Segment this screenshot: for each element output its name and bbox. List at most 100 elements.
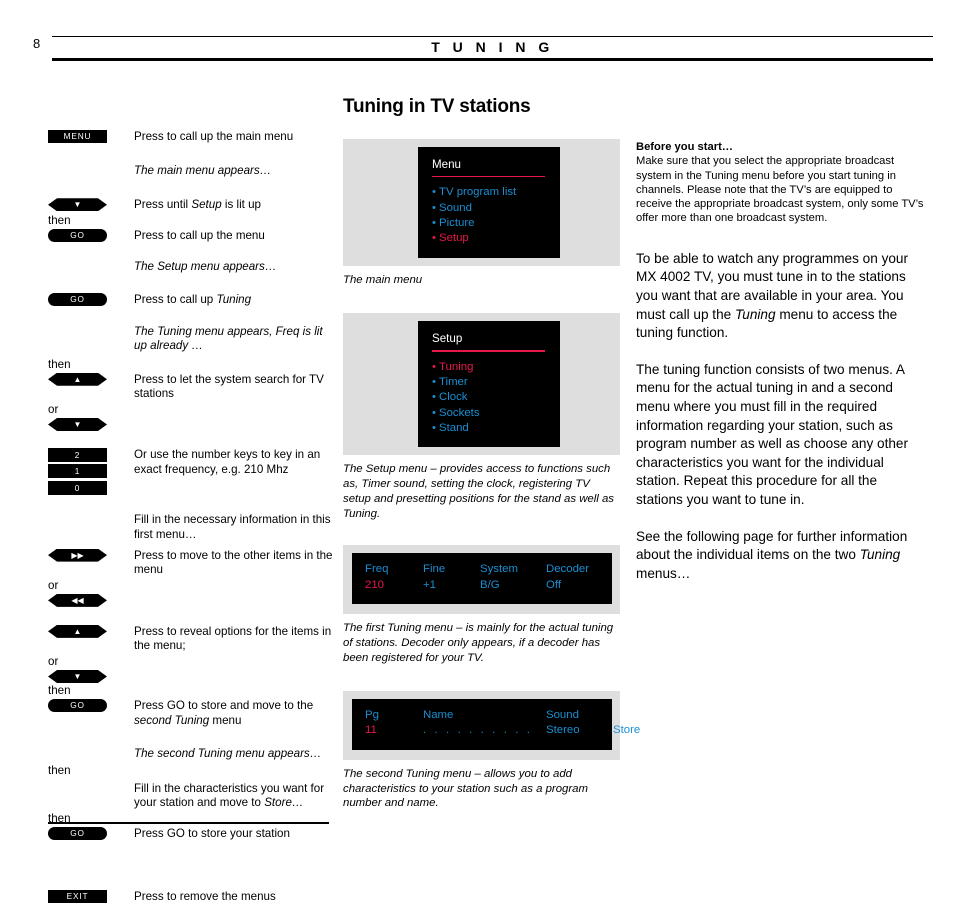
item-label: TV program list <box>439 186 517 199</box>
button-cell: EXIT <box>48 889 126 903</box>
number-key-0[interactable]: 0 <box>48 480 107 495</box>
number-key-stack: 2 1 0 <box>48 447 126 498</box>
step-row: ▲ Press to let the system search for TV … <box>48 372 333 402</box>
bullet-icon: • <box>432 232 436 245</box>
step-result-text: The Setup menu appears… <box>134 260 277 274</box>
step-row: ▼ <box>48 670 333 683</box>
button-cell: ▲ <box>48 625 126 638</box>
step-row: ▼ Press until Setup is lit up <box>48 198 333 213</box>
main-menu-item-sound[interactable]: • Sound <box>432 201 560 216</box>
step-text-b: menu <box>209 713 242 727</box>
connector-or: or <box>48 578 59 592</box>
header-rule-top <box>52 36 933 37</box>
value-system[interactable]: B/G <box>480 578 546 594</box>
item-label: Setup <box>439 232 469 245</box>
header-sound: Sound <box>546 708 579 721</box>
step-row: The main menu appears… <box>48 164 333 179</box>
exit-button[interactable]: EXIT <box>48 889 107 903</box>
down-arrow-button[interactable]: ▼ <box>48 670 107 683</box>
main-menu-item-picture[interactable]: • Picture <box>432 216 560 231</box>
step-text-emphasis: Store… <box>264 796 304 810</box>
item-label: Clock <box>439 391 468 404</box>
value-freq[interactable]: 210 <box>365 578 423 594</box>
up-arrow-icon: ▲ <box>73 626 82 636</box>
step-row: GO Press to call up Tuning <box>48 292 333 308</box>
go-button[interactable]: GO <box>48 826 107 840</box>
button-cell: GO <box>48 228 126 242</box>
paragraph-emphasis: Tuning <box>734 306 776 322</box>
section-title: Tuning in TV stations <box>343 96 531 117</box>
step-text-emphasis: Setup <box>191 198 222 212</box>
step-result-text: The second Tuning menu appears… <box>134 747 322 761</box>
bullet-icon: • <box>432 376 436 389</box>
step-text-emphasis: second Tuning <box>134 713 210 727</box>
button-cell: GO <box>48 292 126 306</box>
step-row: MENU Press to call up the main menu <box>48 130 333 145</box>
step-description: Press to call up Tuning <box>126 293 333 308</box>
step-description: Press until Setup is lit up <box>126 198 333 213</box>
step-description: Press to call up the main menu <box>134 130 294 143</box>
second-tuning-menu-panel: Pg Name Sound 11 . . . . . . . . . . Ste… <box>343 690 640 760</box>
value-name[interactable]: . . . . . . . . . . <box>423 723 546 739</box>
page-number: 8 <box>33 36 41 51</box>
button-cell: ▼ <box>48 198 126 211</box>
first-tuning-menu-bar: Freq Fine System Decoder 210 +1 B/G Off <box>352 553 612 605</box>
body-paragraph-2: The tuning function consists of two menu… <box>636 361 909 507</box>
button-cell: ▲ <box>48 373 126 386</box>
paragraph-emphasis: Tuning <box>859 547 901 563</box>
header-name: Name <box>423 708 454 721</box>
setup-menu-item-timer[interactable]: • Timer <box>432 375 560 390</box>
value-decoder[interactable]: Off <box>546 578 561 594</box>
value-sound[interactable]: Stereo <box>546 723 613 739</box>
go-button[interactable]: GO <box>48 228 107 242</box>
step-description: Press to move to the other items in the … <box>134 548 333 577</box>
connector-then: then <box>48 213 71 227</box>
go-button[interactable]: GO <box>48 699 107 712</box>
item-label: Tuning <box>439 360 474 373</box>
step-row: GO Press GO to store and move to the sec… <box>48 699 333 728</box>
step-row: The Tuning menu appears, Freq is lit up … <box>48 325 333 354</box>
header-pg: Pg <box>365 708 379 721</box>
connector-row: or <box>48 656 333 668</box>
down-arrow-icon: ▼ <box>73 200 82 210</box>
bullet-icon: • <box>432 201 436 214</box>
step-row: GO Press GO to store your station <box>48 826 333 842</box>
menu-button[interactable]: MENU <box>48 130 107 143</box>
fast-forward-button[interactable]: ▶▶ <box>48 549 107 562</box>
value-fine[interactable]: +1 <box>423 578 480 594</box>
step-description: Or use the number keys to key in an exac… <box>134 447 321 476</box>
header-freq: Freq <box>365 563 389 576</box>
item-label: Sound <box>439 201 472 214</box>
step-row: Fill in the necessary information in thi… <box>48 513 333 542</box>
setup-menu-panel: Setup • Tuning • Timer • Clock • Sockets • St… <box>343 313 620 456</box>
down-arrow-button[interactable]: ▼ <box>48 418 107 431</box>
step-row: ▲ Press to reveal options for the items … <box>48 624 333 654</box>
main-menu-item-tv-program-list[interactable]: • TV program list <box>432 185 560 200</box>
paragraph-text-b: menus… <box>636 565 691 581</box>
go-button[interactable]: GO <box>48 292 107 306</box>
button-cell: GO <box>48 826 126 840</box>
setup-menu-item-tuning[interactable]: • Tuning <box>432 360 560 375</box>
main-menu-item-setup[interactable]: • Setup <box>432 231 560 246</box>
rewind-button[interactable]: ◀◀ <box>48 594 107 607</box>
bullet-icon: • <box>432 391 436 404</box>
connector-row: then <box>48 213 333 227</box>
step-text-a: Press GO to store and move to the <box>134 699 314 712</box>
value-pg[interactable]: 11 <box>365 723 423 739</box>
page-header: 8 T U N I N G <box>0 0 954 70</box>
tuning-menu-header-row: Pg Name Sound <box>365 708 612 724</box>
step-description: Press to reveal options for the items in… <box>134 624 332 653</box>
number-key-1[interactable]: 1 <box>48 464 107 479</box>
header-decoder: Decoder <box>546 563 590 576</box>
setup-menu-item-sockets[interactable]: • Sockets <box>432 406 560 421</box>
down-arrow-button[interactable]: ▼ <box>48 198 107 211</box>
number-key-2[interactable]: 2 <box>48 447 107 462</box>
store-button[interactable]: Store <box>613 723 640 739</box>
up-arrow-button[interactable]: ▲ <box>48 625 107 638</box>
setup-menu-item-stand[interactable]: • Stand <box>432 421 560 436</box>
connector-or: or <box>48 402 59 416</box>
setup-menu-screen: Setup • Tuning • Timer • Clock • Sockets • St… <box>418 321 560 448</box>
up-arrow-icon: ▲ <box>73 374 82 384</box>
up-arrow-button[interactable]: ▲ <box>48 373 107 386</box>
setup-menu-item-clock[interactable]: • Clock <box>432 390 560 405</box>
